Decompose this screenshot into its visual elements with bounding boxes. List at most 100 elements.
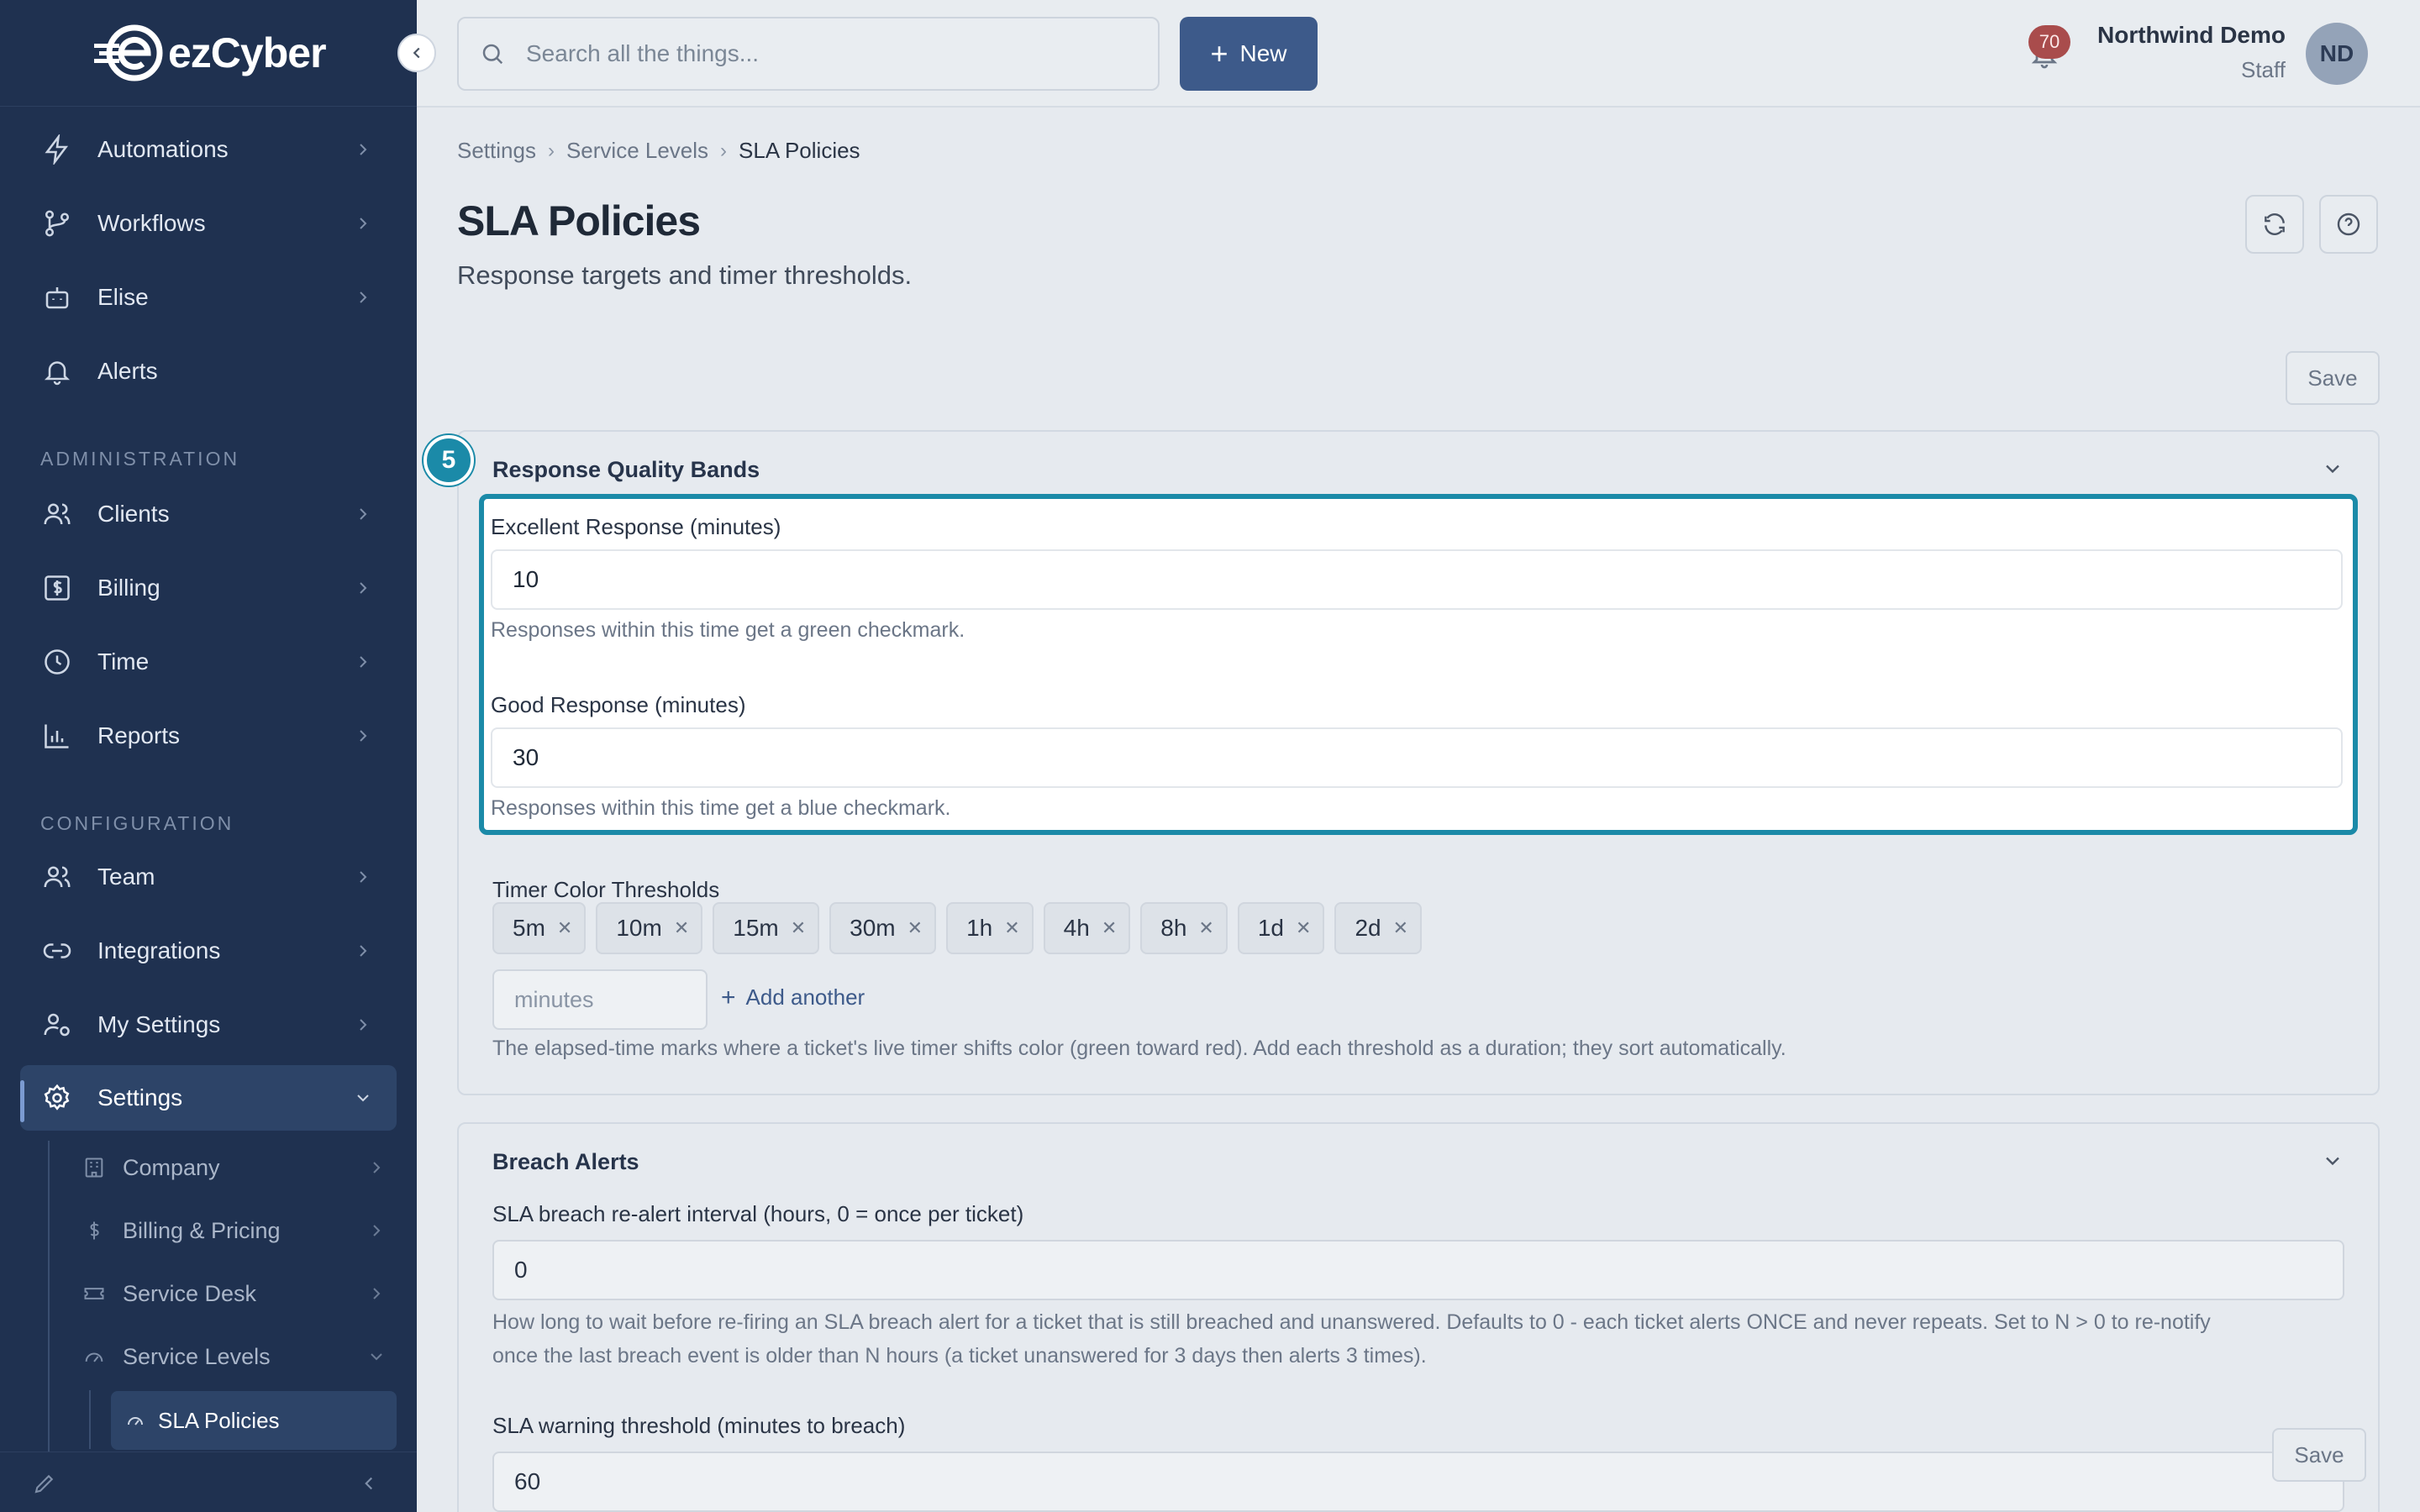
sidebar-item-label: Clients	[97, 501, 170, 527]
close-icon[interactable]: ✕	[1296, 917, 1311, 939]
notification-count-badge: 70	[2028, 25, 2070, 59]
help-button[interactable]	[2319, 195, 2378, 254]
logo-row: ezCyber	[0, 0, 417, 107]
chevron-left-icon	[413, 47, 420, 59]
sidebar-item-automations[interactable]: Automations	[20, 117, 397, 182]
sidebar-item-label: Alerts	[97, 358, 158, 384]
sidebar-item-team[interactable]: Team	[20, 844, 397, 910]
chip-label: 4h	[1063, 915, 1090, 941]
chevron-right-icon	[373, 1162, 381, 1173]
sidebar-item-label: Team	[97, 864, 155, 890]
plus-icon: +	[721, 983, 736, 1011]
threshold-chip: 15m ✕	[713, 902, 820, 954]
sidebar-item-label: My Settings	[97, 1011, 221, 1037]
active-indicator	[20, 1080, 24, 1122]
search-placeholder: Search all the things...	[526, 40, 760, 66]
page-title: SLA Policies	[457, 197, 701, 244]
timer-thresholds-help: The elapsed-time marks where a ticket's …	[492, 1037, 1786, 1060]
step-number-badge: 5	[424, 435, 474, 486]
close-icon[interactable]: ✕	[674, 917, 689, 939]
good-response-input[interactable]: 30	[491, 727, 2343, 788]
refresh-button[interactable]	[2245, 195, 2304, 254]
chevron-right-icon: ›	[720, 139, 728, 162]
sidebar-subitem-label: Company	[123, 1154, 220, 1180]
timer-thresholds-label: Timer Color Thresholds	[492, 877, 720, 902]
plus-icon: +	[1210, 36, 1228, 71]
sidebar-item-label: Workflows	[97, 210, 206, 236]
card-title: Breach Alerts	[492, 1149, 639, 1174]
threshold-chip: 8h ✕	[1140, 902, 1228, 954]
save-button-floating[interactable]: Save	[2272, 1428, 2366, 1482]
sidebar-item-workflows[interactable]: Workflows	[20, 191, 397, 256]
sidebar-item-integrations[interactable]: Integrations	[20, 918, 397, 984]
excellent-response-label: Excellent Response (minutes)	[491, 514, 781, 539]
search-input[interactable]: Search all the things...	[457, 17, 1160, 91]
chevron-right-icon	[360, 218, 367, 229]
sidebar-leaf-sla-policies[interactable]: SLA Policies	[111, 1391, 397, 1450]
pencil-icon[interactable]	[32, 1471, 57, 1500]
close-icon[interactable]: ✕	[1198, 917, 1213, 939]
sidebar-subitem-service-desk[interactable]: Service Desk	[81, 1266, 400, 1321]
sidebar-item-reports[interactable]: Reports	[20, 703, 397, 769]
sidebar-item-my-settings[interactable]: My Settings	[20, 992, 397, 1058]
close-icon[interactable]: ✕	[1393, 917, 1408, 939]
save-button[interactable]: Save	[2286, 351, 2380, 405]
sidebar-item-time[interactable]: Time	[20, 629, 397, 695]
realert-interval-label: SLA breach re-alert interval (hours, 0 =…	[492, 1201, 1024, 1226]
excellent-response-input[interactable]: 10	[491, 549, 2343, 610]
avatar[interactable]: ND	[2306, 23, 2368, 85]
sidebar-subitem-billing-pricing[interactable]: Billing & Pricing	[81, 1203, 400, 1258]
chevron-right-icon	[360, 945, 367, 957]
sidebar-item-clients[interactable]: Clients	[20, 481, 397, 547]
chip-label: 30m	[850, 915, 896, 941]
chevron-down-icon[interactable]	[2321, 457, 2344, 480]
excellent-response-help: Responses within this time get a green c…	[491, 618, 965, 642]
add-another-button[interactable]: + Add another	[721, 984, 865, 1011]
bell-icon	[40, 354, 74, 388]
sidebar-item-billing[interactable]: Billing	[20, 555, 397, 621]
brand-logo[interactable]: ezCyber	[91, 24, 327, 82]
link-icon	[40, 934, 74, 968]
warning-threshold-input[interactable]: 60	[492, 1452, 2344, 1512]
threshold-chip: 30m ✕	[829, 902, 937, 954]
sidebar-subitem-company[interactable]: Company	[81, 1140, 400, 1195]
users-icon	[40, 497, 74, 531]
add-another-label: Add another	[745, 984, 865, 1010]
chevron-right-icon	[360, 871, 367, 883]
sidebar-subitem-label: Billing & Pricing	[123, 1217, 281, 1243]
sidebar-item-alerts[interactable]: Alerts	[20, 339, 397, 404]
chevron-right-icon: ›	[547, 139, 555, 162]
threshold-chip: 10m ✕	[596, 902, 703, 954]
collapse-sidebar-icon[interactable]	[358, 1473, 380, 1499]
gauge-icon	[81, 1343, 108, 1370]
bar-chart-icon	[40, 719, 74, 753]
team-icon	[40, 860, 74, 894]
new-button-label: New	[1239, 40, 1287, 66]
close-icon[interactable]: ✕	[791, 917, 806, 939]
threshold-chip: 1h ✕	[946, 902, 1034, 954]
sidebar-footer	[0, 1452, 417, 1512]
breach-alerts-card: Breach Alerts SLA breach re-alert interv…	[457, 1122, 2380, 1512]
threshold-minutes-input[interactable]: minutes	[492, 969, 708, 1030]
chip-label: 2d	[1355, 915, 1381, 941]
good-response-label: Good Response (minutes)	[491, 692, 746, 717]
close-icon[interactable]: ✕	[1004, 917, 1019, 939]
close-icon[interactable]: ✕	[908, 917, 923, 939]
bot-icon	[40, 281, 74, 314]
new-button[interactable]: + New	[1180, 17, 1318, 91]
sidebar-item-settings[interactable]: Settings	[20, 1065, 397, 1131]
sidebar-toggle-button[interactable]	[397, 34, 436, 72]
chip-label: 15m	[733, 915, 779, 941]
highlighted-fields: Excellent Response (minutes) 10 Response…	[479, 494, 2358, 835]
realert-interval-input[interactable]: 0	[492, 1240, 2344, 1300]
logo-mark-icon	[91, 24, 166, 82]
threshold-chip: 1d ✕	[1237, 902, 1325, 954]
close-icon[interactable]: ✕	[1102, 917, 1117, 939]
breadcrumb-link-settings[interactable]: Settings	[457, 138, 536, 164]
sidebar-item-elise[interactable]: Elise	[20, 265, 397, 330]
sidebar-subitem-service-levels[interactable]: Service Levels	[81, 1329, 400, 1384]
breadcrumb-link-service-levels[interactable]: Service Levels	[566, 138, 708, 164]
chevron-down-icon[interactable]	[2321, 1149, 2344, 1173]
dollar-icon	[40, 571, 74, 605]
close-icon[interactable]: ✕	[557, 917, 572, 939]
